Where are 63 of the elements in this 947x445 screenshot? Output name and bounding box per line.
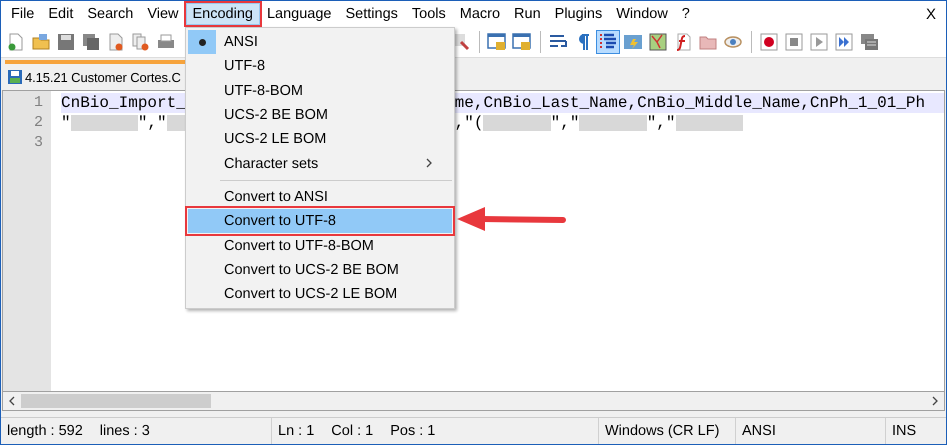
line-number: 3 (32, 133, 44, 153)
menu-item[interactable]: Encoding (186, 3, 260, 25)
scrollbar-thumb[interactable] (21, 394, 211, 408)
status-text: Col : 1 (331, 423, 374, 439)
menu-item[interactable]: Run (507, 3, 548, 25)
menu-item[interactable]: Plugins (548, 3, 610, 25)
stop-icon (784, 32, 804, 52)
code-text: me,CnBio_Last_Name,CnBio_Middle_Name,CnPh_1_01_Ph (454, 93, 926, 113)
menu-item[interactable]: Convert to UCS-2 BE BOM (188, 258, 452, 282)
line-number: 2 (32, 113, 44, 133)
menu-item[interactable]: Convert to UCS-2 LE BOM (188, 282, 452, 306)
code-text: CnBio_Import_ (61, 93, 186, 113)
code-text: "," (138, 113, 167, 133)
menu-item[interactable]: Convert to ANSI (188, 184, 452, 210)
folder-icon (31, 32, 51, 52)
panel-icon (623, 32, 643, 52)
code-text: ,"( (454, 113, 484, 133)
code-text: " (61, 113, 71, 133)
redacted-text (579, 115, 647, 131)
menu-item[interactable]: Convert to UTF-8-BOM (188, 233, 452, 258)
close-files-icon (131, 32, 151, 52)
menu-item[interactable]: Language (260, 3, 338, 25)
play-icon (809, 32, 829, 52)
redacted-text (70, 115, 138, 131)
macro-list-icon (859, 32, 879, 52)
fast-forward-icon (834, 32, 854, 52)
menu-item[interactable]: UTF-8 (188, 54, 452, 79)
line-number: 1 (32, 93, 44, 113)
close-button[interactable]: X (926, 6, 936, 22)
menu-item[interactable]: UTF-8-BOM (188, 78, 452, 103)
menu-item[interactable]: UCS-2 LE BOM (188, 127, 452, 152)
toolbar-button[interactable] (596, 30, 620, 54)
menu-item[interactable]: Convert to UTF-8 (188, 209, 452, 234)
menu-item[interactable]: UCS-2 BE BOM (188, 102, 452, 128)
status-text: Windows (CR LF) (605, 423, 720, 439)
code-text: "," (646, 113, 676, 133)
menu-item[interactable]: Search (80, 3, 140, 25)
menu-item[interactable]: Window (609, 3, 675, 25)
menu-item[interactable]: Edit (41, 3, 80, 25)
menu-item[interactable]: File (4, 3, 42, 25)
menu-item[interactable]: Character sets (188, 151, 452, 176)
code-text: "," (550, 113, 580, 133)
status-text: ANSI (742, 423, 776, 439)
menu-item[interactable]: ? (674, 3, 697, 25)
menu-item[interactable]: Settings (338, 3, 405, 25)
status-text: lines : 3 (100, 423, 150, 439)
chevron-right-icon (425, 158, 433, 168)
menu-item[interactable]: Macro (452, 3, 508, 25)
window-lock-icon (512, 32, 532, 52)
floppy-disks-icon (81, 32, 101, 52)
status-text: Pos : 1 (390, 423, 436, 439)
scroll-right-icon[interactable] (931, 396, 939, 406)
status-text: Ln : 1 (278, 423, 314, 439)
status-text: length : 592 (7, 423, 83, 439)
redacted-text (483, 115, 551, 131)
redacted-text (676, 115, 743, 131)
menu-item[interactable]: Tools (404, 3, 453, 25)
record-icon (759, 32, 779, 52)
menu-item[interactable]: View (140, 3, 186, 25)
map-icon (648, 32, 668, 52)
window-lock-icon (487, 32, 507, 52)
status-text: INS (892, 423, 916, 439)
scroll-left-icon[interactable] (8, 396, 16, 406)
